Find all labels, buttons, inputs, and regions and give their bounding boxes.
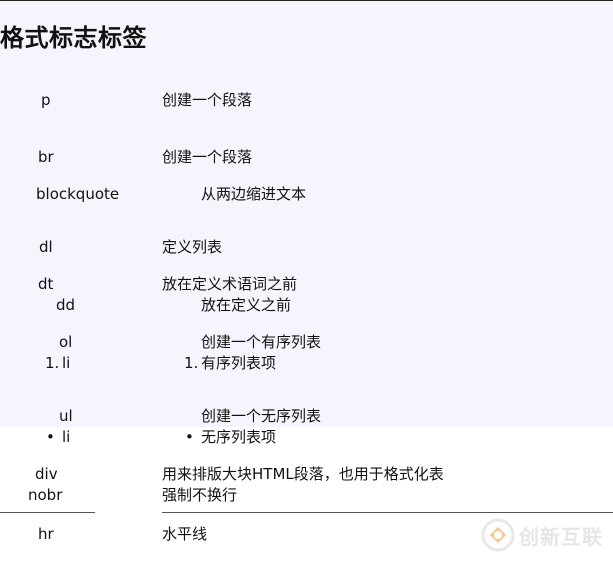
ordered-marker: 1. xyxy=(45,354,60,372)
desc-dl: 定义列表 xyxy=(162,238,223,256)
desc-bullet-marker: • xyxy=(185,428,194,446)
tinted-background xyxy=(0,1,613,427)
horizontal-rule-right xyxy=(162,512,613,513)
tag-dl: dl xyxy=(39,238,53,256)
desc-p: 创建一个段落 xyxy=(162,91,253,109)
tag-li-unordered: li xyxy=(62,428,71,446)
tag-dd: dd xyxy=(56,296,76,314)
tag-div: div xyxy=(35,465,58,483)
tag-blockquote: blockquote xyxy=(36,185,120,203)
desc-ol: 创建一个有序列表 xyxy=(201,333,322,351)
desc-li-unordered: 无序列表项 xyxy=(201,428,277,446)
tag-li-ordered: li xyxy=(62,354,71,372)
desc-ul: 创建一个无序列表 xyxy=(201,407,322,425)
watermark: 创新互联 xyxy=(481,518,603,552)
desc-dt: 放在定义术语词之前 xyxy=(162,275,298,293)
tag-hr: hr xyxy=(38,525,54,543)
desc-hr: 水平线 xyxy=(162,525,208,543)
horizontal-rule-left xyxy=(0,512,95,513)
desc-nobr: 强制不换行 xyxy=(162,486,238,504)
tag-ul: ul xyxy=(59,407,73,425)
tag-dt: dt xyxy=(38,275,54,293)
desc-dd: 放在定义之前 xyxy=(201,296,292,314)
desc-ordered-marker: 1. xyxy=(184,354,199,372)
desc-div: 用来排版大块HTML段落，也用于格式化表 xyxy=(162,465,444,483)
desc-li-ordered: 有序列表项 xyxy=(201,354,277,372)
tag-br: br xyxy=(38,148,54,166)
brand-logo-icon xyxy=(481,518,515,552)
bullet-marker: • xyxy=(46,428,55,446)
tag-nobr: nobr xyxy=(28,486,63,504)
tag-p: p xyxy=(41,91,51,109)
desc-blockquote: 从两边缩进文本 xyxy=(201,185,307,203)
tag-ol: ol xyxy=(59,333,73,351)
watermark-text: 创新互联 xyxy=(519,524,603,549)
desc-br: 创建一个段落 xyxy=(162,148,253,166)
page-title: 格式标志标签 xyxy=(0,24,147,52)
